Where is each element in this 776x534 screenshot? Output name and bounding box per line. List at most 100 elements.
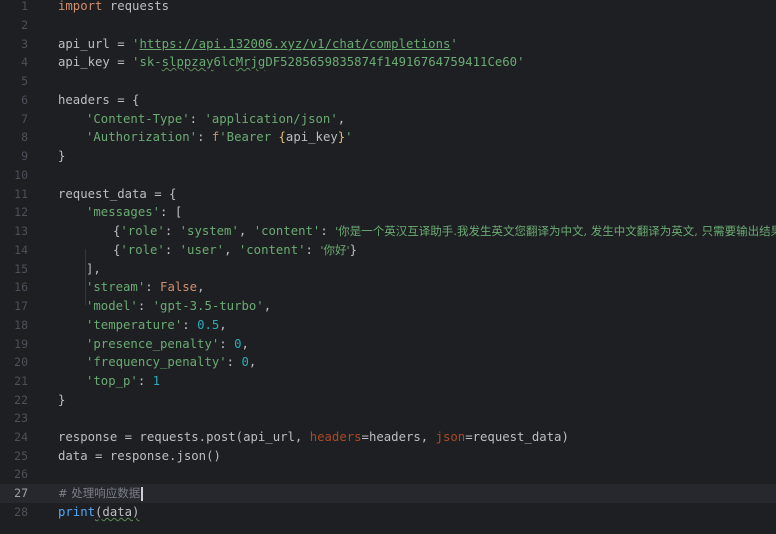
- code-line[interactable]: 23: [0, 409, 776, 428]
- line-number: 8: [21, 130, 28, 144]
- fstring-expr: api_key: [285, 130, 338, 144]
- line-code[interactable]: headers = {: [58, 91, 139, 110]
- dict-value: 'user': [179, 243, 225, 257]
- number: 1: [152, 374, 161, 388]
- line-number: 19: [14, 337, 28, 351]
- code-line[interactable]: 2: [0, 16, 776, 35]
- line-code[interactable]: 'messages': [: [86, 203, 182, 222]
- code-line[interactable]: 26: [0, 465, 776, 484]
- code-line[interactable]: 4 api_key = ' sk-slppzay6lcMrjgDF52856598…: [0, 53, 776, 72]
- colon: :: [137, 374, 153, 388]
- line-code[interactable]: {'role': 'system', 'content': '你是一个英汉互译助…: [113, 222, 776, 241]
- line-number: 12: [14, 205, 28, 219]
- code-line[interactable]: 1 import requests: [0, 0, 776, 16]
- colon: :: [164, 243, 180, 257]
- user-content-string: '你好': [320, 243, 350, 257]
- comma: ,: [263, 299, 272, 313]
- code-line[interactable]: 8 'Authorization': f'Bearer {api_key}': [0, 128, 776, 147]
- line-code[interactable]: 'Content-Type': 'application/json',: [86, 110, 345, 129]
- code-line[interactable]: 5: [0, 72, 776, 91]
- line-code[interactable]: 'presence_penalty': 0,: [86, 335, 249, 354]
- comment: # 处理响应数据: [58, 486, 141, 500]
- code-line[interactable]: 9 }: [0, 147, 776, 166]
- keyword-arg: json: [435, 430, 466, 444]
- line-code[interactable]: print(data): [58, 503, 139, 522]
- line-number: 3: [21, 37, 28, 51]
- dict-key: 'content': [238, 243, 306, 257]
- line-number: 26: [14, 467, 28, 481]
- line-code[interactable]: response = requests.post(api_url, header…: [58, 428, 569, 447]
- line-code[interactable]: 'Authorization': f'Bearer {api_key}': [86, 128, 353, 147]
- line-number: 16: [14, 280, 28, 294]
- line-code[interactable]: data = response.json(): [58, 447, 221, 466]
- dict-key: 'content': [253, 224, 321, 238]
- code-line[interactable]: 24 response = requests.post(api_url, hea…: [0, 428, 776, 447]
- code-line[interactable]: 10: [0, 166, 776, 185]
- typo-squiggle: Mrjg: [235, 55, 266, 69]
- line-code[interactable]: 'temperature': 0.5,: [86, 316, 227, 335]
- print-args: (data): [95, 505, 140, 519]
- number: 0: [241, 355, 249, 369]
- line-code[interactable]: }: [58, 147, 65, 166]
- keyword-false: False: [160, 280, 198, 294]
- dict-value: 'gpt-3.5-turbo': [152, 299, 264, 313]
- dict-key: 'top_p': [86, 374, 138, 388]
- colon: :: [145, 280, 161, 294]
- code-line[interactable]: 28 print(data): [0, 503, 776, 522]
- code-line[interactable]: 12 'messages': [: [0, 203, 776, 222]
- colon: :: [226, 355, 242, 369]
- code-line[interactable]: 6 headers = {: [0, 91, 776, 110]
- line-number: 15: [14, 262, 28, 276]
- line-number: 1: [21, 0, 28, 13]
- current-code-line[interactable]: 27 # 处理响应数据: [0, 484, 776, 503]
- dict-key: 'temperature': [86, 318, 183, 332]
- line-code[interactable]: 'frequency_penalty': 0,: [86, 353, 256, 372]
- code-line[interactable]: 7 'Content-Type': 'application/json',: [0, 110, 776, 129]
- code-line[interactable]: 15 ],: [0, 260, 776, 279]
- module-name: requests: [102, 0, 170, 13]
- line-code[interactable]: 'model': 'gpt-3.5-turbo',: [86, 297, 271, 316]
- code-line[interactable]: 13 {'role': 'system', 'content': '你是一个英汉…: [0, 222, 776, 241]
- code-line[interactable]: 11 request_data = {: [0, 185, 776, 204]
- code-line[interactable]: 17 'model': 'gpt-3.5-turbo',: [0, 297, 776, 316]
- line-number: 25: [14, 449, 28, 463]
- line-number: 9: [21, 149, 28, 163]
- code-editor[interactable]: 1 import requests 2 3 api_url = 'https:/…: [0, 0, 776, 534]
- code-line[interactable]: 25 data = response.json(): [0, 447, 776, 466]
- line-code[interactable]: # 处理响应数据: [58, 484, 144, 503]
- url-link[interactable]: https://api.132006.xyz/v1/chat/completio…: [139, 37, 450, 51]
- line-code[interactable]: ],: [86, 260, 101, 279]
- line-number: 11: [14, 187, 28, 201]
- line-code[interactable]: api_key = ' sk-slppzay6lcMrjgDF5285659835…: [58, 53, 524, 72]
- arg-value: =request_data): [465, 430, 569, 444]
- line-code[interactable]: }: [58, 391, 65, 410]
- code-line[interactable]: 16 'stream': False,: [0, 278, 776, 297]
- line-number: 20: [14, 355, 28, 369]
- code-line[interactable]: 20 'frequency_penalty': 0,: [0, 353, 776, 372]
- line-number: 10: [14, 168, 28, 182]
- line-number: 14: [14, 243, 28, 257]
- code-line[interactable]: 14 {'role': 'user', 'content': '你好'}: [0, 241, 776, 260]
- comma: ,: [197, 280, 205, 294]
- quote: ': [450, 37, 458, 51]
- line-code[interactable]: request_data = {: [58, 185, 176, 204]
- code-line[interactable]: 21 'top_p': 1: [0, 372, 776, 391]
- comma: ,: [337, 112, 346, 126]
- line-code[interactable]: 'top_p': 1: [86, 372, 160, 391]
- line-code[interactable]: import requests: [58, 0, 169, 16]
- comma: ,: [219, 318, 227, 332]
- line-code[interactable]: {'role': 'user', 'content': '你好'}: [113, 241, 357, 260]
- line-code[interactable]: api_url = 'https://api.132006.xyz/v1/cha…: [58, 35, 458, 54]
- number: 0.5: [197, 318, 220, 332]
- code-line[interactable]: 18 'temperature': 0.5,: [0, 316, 776, 335]
- line-number: 28: [14, 505, 28, 519]
- line-number: 21: [14, 374, 28, 388]
- code-line[interactable]: 19 'presence_penalty': 0,: [0, 335, 776, 354]
- colon: :: [137, 299, 153, 313]
- code-line[interactable]: 22 }: [0, 391, 776, 410]
- colon: :: [320, 224, 336, 238]
- line-number: 2: [21, 18, 28, 32]
- code-line[interactable]: 3 api_url = 'https://api.132006.xyz/v1/c…: [0, 35, 776, 54]
- line-code[interactable]: 'stream': False,: [86, 278, 204, 297]
- line-number: 24: [14, 430, 28, 444]
